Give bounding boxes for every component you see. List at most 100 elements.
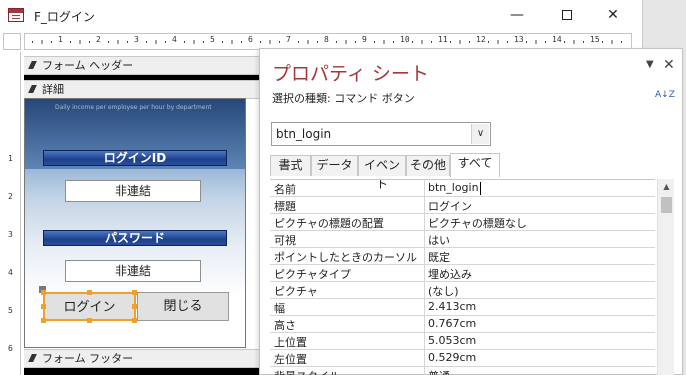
resize-handle[interactable] xyxy=(41,318,46,323)
property-value[interactable]: ログイン xyxy=(428,198,653,214)
section-label: フォーム ヘッダー xyxy=(42,59,134,72)
tab-all[interactable]: すべて xyxy=(450,153,500,177)
ruler-number: 1 xyxy=(8,154,13,163)
property-value[interactable]: ピクチャの標題なし xyxy=(428,215,653,231)
login-id-textbox[interactable]: 非連結 xyxy=(65,180,201,202)
property-name: ピクチャタイプ xyxy=(274,268,351,281)
property-value[interactable]: btn_login xyxy=(428,181,653,195)
ruler-number: 14 xyxy=(552,35,562,44)
ruler-number: 2 xyxy=(96,35,101,44)
close-form-button[interactable]: 閉じる xyxy=(137,292,229,321)
ruler-number: 6 xyxy=(248,35,253,44)
property-value[interactable]: 0.767cm xyxy=(428,317,653,330)
column-divider xyxy=(424,316,425,333)
selection-type: 選択の種類: コマンド ボタン xyxy=(272,92,415,105)
property-name: 背景スタイル xyxy=(274,368,424,375)
detail-canvas[interactable]: Daily income per employee per hour by de… xyxy=(24,98,246,348)
sort-icon[interactable]: A↓Z xyxy=(655,91,675,100)
ruler-number: 5 xyxy=(210,35,215,44)
ruler-number: 13 xyxy=(514,35,524,44)
form-footer-section-bar[interactable]: フォーム フッター xyxy=(24,349,260,368)
password-label[interactable]: パスワード xyxy=(43,230,227,246)
close-window-button[interactable]: ✕ xyxy=(590,0,636,30)
property-value[interactable]: (なし) xyxy=(428,283,653,299)
tab-data[interactable]: データ xyxy=(311,155,358,176)
resize-handle[interactable] xyxy=(87,318,92,323)
property-name: ピクチャの標題の配置 xyxy=(274,217,384,230)
maximize-button[interactable] xyxy=(544,0,590,30)
login-button[interactable]: ログイン xyxy=(43,292,136,321)
password-textbox[interactable]: 非連結 xyxy=(65,260,201,282)
resize-handle[interactable] xyxy=(41,290,46,295)
resize-handle[interactable] xyxy=(87,290,92,295)
property-row[interactable]: 背景スタイル普通 xyxy=(270,367,655,375)
property-row[interactable]: 標題 ログイン xyxy=(270,197,655,214)
property-name: ポイントしたときのカーソル xyxy=(274,251,417,264)
close-icon[interactable]: ✕ xyxy=(663,57,675,73)
form-header-section-bar[interactable]: フォーム ヘッダー xyxy=(24,56,260,75)
column-divider xyxy=(424,333,425,350)
detail-section-bar[interactable]: 詳細 xyxy=(24,80,260,99)
property-value[interactable]: 5.053cm xyxy=(428,334,653,347)
property-name: 標題 xyxy=(274,200,296,213)
column-divider xyxy=(424,180,425,197)
property-value[interactable]: 普通 xyxy=(428,368,653,375)
minimize-button[interactable]: — xyxy=(494,0,540,30)
vertical-scrollbar[interactable]: ▲ xyxy=(657,179,674,375)
footer-area[interactable] xyxy=(24,368,260,375)
maximize-icon xyxy=(562,10,572,20)
chevron-down-icon[interactable]: ∨ xyxy=(471,124,489,144)
login-id-label[interactable]: ログインID xyxy=(43,150,227,166)
property-name: 左位置 xyxy=(274,353,307,366)
property-row[interactable]: 可視 はい xyxy=(270,231,655,248)
column-divider xyxy=(424,214,425,231)
property-value[interactable]: 既定 xyxy=(428,249,653,265)
property-sheet-title: プロパティ シート xyxy=(272,63,429,85)
property-row[interactable]: 左位置 0.529cm xyxy=(270,350,655,367)
pane-options-icon[interactable]: ▼ xyxy=(646,59,654,70)
scroll-up-icon[interactable]: ▲ xyxy=(658,179,675,195)
property-row[interactable]: ピクチャタイプ 埋め込み xyxy=(270,265,655,282)
property-row[interactable]: 幅 2.413cm xyxy=(270,299,655,316)
property-name: ピクチャ xyxy=(274,285,318,298)
column-divider xyxy=(424,248,425,265)
property-sheet: プロパティ シート ▼ ✕ 選択の種類: コマンド ボタン A↓Z btn_lo… xyxy=(259,48,683,375)
section-arrow-icon xyxy=(28,354,40,362)
property-row[interactable]: ピクチャ (なし) xyxy=(270,282,655,299)
title-bar: F_ログイン — ✕ xyxy=(0,0,642,32)
resize-handle[interactable] xyxy=(41,304,46,309)
section-label: フォーム フッター xyxy=(42,352,134,365)
tab-event[interactable]: イベント xyxy=(358,155,406,191)
section-arrow-icon xyxy=(28,61,40,69)
ruler-number: 4 xyxy=(8,268,13,277)
ruler-number: 12 xyxy=(476,35,486,44)
window-title: F_ログイン xyxy=(34,10,95,24)
property-row[interactable]: ピクチャの標題の配置 ピクチャの標題なし xyxy=(270,214,655,231)
property-row[interactable]: 上位置 5.053cm xyxy=(270,333,655,350)
vertical-ruler[interactable]: 1 2 3 4 5 6 xyxy=(3,52,21,375)
tab-other[interactable]: その他 xyxy=(406,155,450,176)
property-name: 上位置 xyxy=(274,336,307,349)
property-value[interactable]: 2.413cm xyxy=(428,300,653,313)
property-row[interactable]: 名前 btn_login xyxy=(270,180,655,197)
property-value[interactable]: 埋め込み xyxy=(428,266,653,282)
property-name: 高さ xyxy=(274,319,296,332)
column-divider xyxy=(424,231,425,248)
property-grid: 名前 btn_login 標題 ログインピクチャの標題の配置 ピクチャの標題なし可視 はい… xyxy=(270,179,655,375)
ruler-number: 11 xyxy=(438,35,448,44)
property-row[interactable]: ポイントしたときのカーソル 既定 xyxy=(270,248,655,265)
property-name: 可視 xyxy=(274,234,296,247)
ruler-number: 1 xyxy=(58,35,63,44)
control-selector[interactable]: btn_login ∨ xyxy=(271,122,491,146)
property-value[interactable]: はい xyxy=(428,232,653,248)
property-value[interactable]: 0.529cm xyxy=(428,351,653,364)
property-name: 名前 xyxy=(274,183,296,196)
column-divider xyxy=(424,282,425,299)
ruler-corner[interactable] xyxy=(3,33,21,50)
scroll-thumb[interactable] xyxy=(661,197,672,213)
ruler-number: 15 xyxy=(590,35,600,44)
tab-format[interactable]: 書式 xyxy=(270,155,311,176)
ruler-number: 2 xyxy=(8,192,13,201)
ruler-number: 4 xyxy=(172,35,177,44)
property-row[interactable]: 高さ 0.767cm xyxy=(270,316,655,333)
